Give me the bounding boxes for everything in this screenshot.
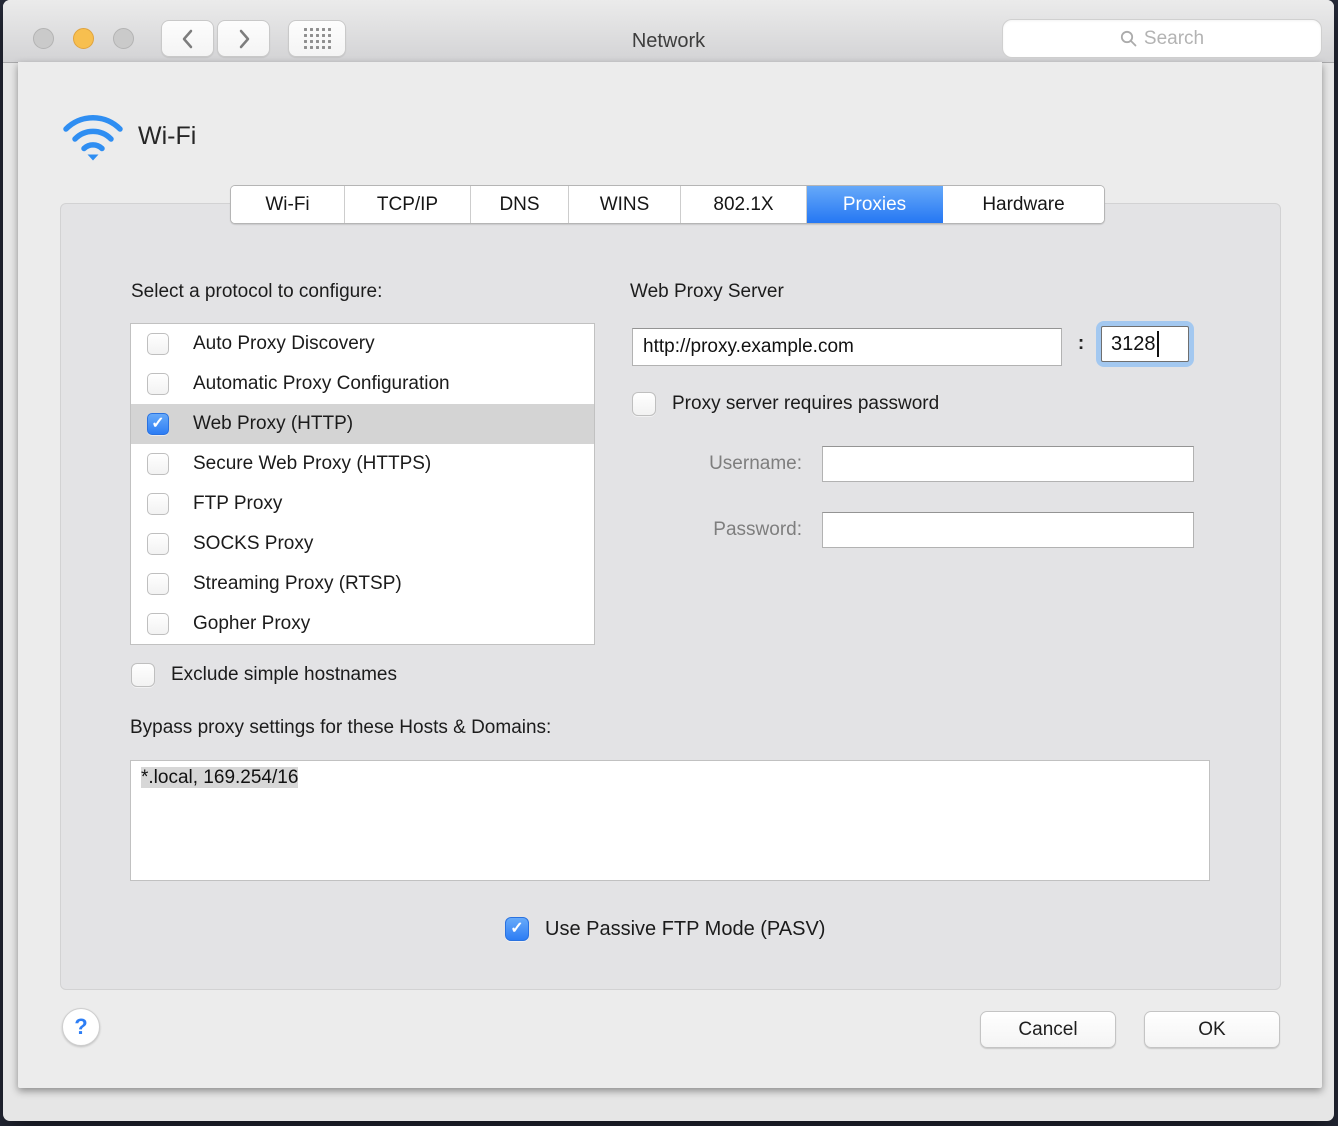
password-label: Password: [630, 519, 802, 541]
protocol-row-web-proxy-http[interactable]: Web Proxy (HTTP) [131, 404, 594, 444]
protocol-label: FTP Proxy [193, 493, 282, 515]
title-bar: Network Search [3, 0, 1334, 63]
network-preferences-window: Network Search Wi-Fi Wi-Fi TCP/IP DNS WI… [3, 0, 1334, 1121]
help-button[interactable]: ? [62, 1008, 100, 1046]
proxy-server-input[interactable] [632, 328, 1062, 366]
checkbox-gopher-proxy[interactable] [147, 613, 169, 635]
bypass-heading: Bypass proxy settings for these Hosts & … [130, 717, 551, 739]
checkbox-streaming-proxy-rtsp[interactable] [147, 573, 169, 595]
host-port-separator: : [1074, 333, 1088, 355]
protocol-label: Secure Web Proxy (HTTPS) [193, 453, 431, 475]
username-input[interactable] [822, 446, 1194, 482]
password-input[interactable] [822, 512, 1194, 548]
exclude-simple-hostnames-row[interactable]: Exclude simple hostnames [131, 663, 397, 687]
protocol-label: Automatic Proxy Configuration [193, 373, 450, 395]
tab-hardware[interactable]: Hardware [943, 186, 1104, 223]
tab-8021x[interactable]: 802.1X [681, 186, 807, 223]
text-caret [1157, 331, 1159, 357]
checkbox-socks-proxy[interactable] [147, 533, 169, 555]
protocol-list: Auto Proxy Discovery Automatic Proxy Con… [130, 323, 595, 645]
search-field[interactable]: Search [1002, 19, 1322, 58]
proxies-sheet: Wi-Fi Wi-Fi TCP/IP DNS WINS 802.1X Proxi… [18, 62, 1322, 1088]
exclude-simple-hostnames-checkbox[interactable] [131, 663, 155, 687]
passive-ftp-label: Use Passive FTP Mode (PASV) [545, 918, 825, 941]
protocol-row-automatic-proxy-configuration[interactable]: Automatic Proxy Configuration [131, 364, 594, 404]
checkbox-automatic-proxy-configuration[interactable] [147, 373, 169, 395]
checkbox-web-proxy-http[interactable] [147, 413, 169, 435]
protocol-row-gopher-proxy[interactable]: Gopher Proxy [131, 604, 594, 644]
wifi-icon [60, 108, 126, 162]
web-proxy-server-heading: Web Proxy Server [630, 281, 784, 303]
protocol-label: SOCKS Proxy [193, 533, 313, 555]
protocol-row-auto-proxy-discovery[interactable]: Auto Proxy Discovery [131, 324, 594, 364]
protocol-row-streaming-proxy-rtsp[interactable]: Streaming Proxy (RTSP) [131, 564, 594, 604]
search-icon [1120, 30, 1137, 47]
exclude-simple-hostnames-label: Exclude simple hostnames [171, 664, 397, 686]
passive-ftp-row[interactable]: Use Passive FTP Mode (PASV) [505, 917, 825, 941]
search-placeholder: Search [1144, 28, 1204, 50]
tab-tcpip[interactable]: TCP/IP [345, 186, 471, 223]
password-row: Password: [630, 512, 1194, 548]
tab-dns[interactable]: DNS [471, 186, 569, 223]
help-icon: ? [74, 1014, 87, 1040]
passive-ftp-checkbox[interactable] [505, 917, 529, 941]
requires-password-row[interactable]: Proxy server requires password [632, 392, 939, 416]
requires-password-label: Proxy server requires password [672, 393, 939, 415]
protocol-row-secure-web-proxy-https[interactable]: Secure Web Proxy (HTTPS) [131, 444, 594, 484]
username-row: Username: [630, 446, 1194, 482]
protocol-list-heading: Select a protocol to configure: [131, 281, 382, 303]
tab-proxies[interactable]: Proxies [807, 186, 943, 223]
checkbox-auto-proxy-discovery[interactable] [147, 333, 169, 355]
cancel-button[interactable]: Cancel [980, 1011, 1116, 1048]
tab-bar: Wi-Fi TCP/IP DNS WINS 802.1X Proxies Har… [230, 185, 1105, 224]
tab-wins[interactable]: WINS [569, 186, 681, 223]
username-label: Username: [630, 453, 802, 475]
protocol-row-socks-proxy[interactable]: SOCKS Proxy [131, 524, 594, 564]
connection-name: Wi-Fi [138, 122, 196, 151]
proxy-port-focus-ring: 3128 [1096, 321, 1194, 367]
protocol-label: Auto Proxy Discovery [193, 333, 375, 355]
checkbox-secure-web-proxy-https[interactable] [147, 453, 169, 475]
proxy-port-input[interactable]: 3128 [1101, 326, 1189, 362]
bypass-hosts-textarea[interactable]: *.local, 169.254/16 [130, 760, 1210, 881]
protocol-label: Gopher Proxy [193, 613, 310, 635]
bypass-hosts-value: *.local, 169.254/16 [141, 767, 298, 788]
checkbox-ftp-proxy[interactable] [147, 493, 169, 515]
tab-wifi[interactable]: Wi-Fi [231, 186, 345, 223]
protocol-label: Web Proxy (HTTP) [193, 413, 353, 435]
protocol-row-ftp-proxy[interactable]: FTP Proxy [131, 484, 594, 524]
requires-password-checkbox[interactable] [632, 392, 656, 416]
protocol-label: Streaming Proxy (RTSP) [193, 573, 402, 595]
ok-button[interactable]: OK [1144, 1011, 1280, 1048]
